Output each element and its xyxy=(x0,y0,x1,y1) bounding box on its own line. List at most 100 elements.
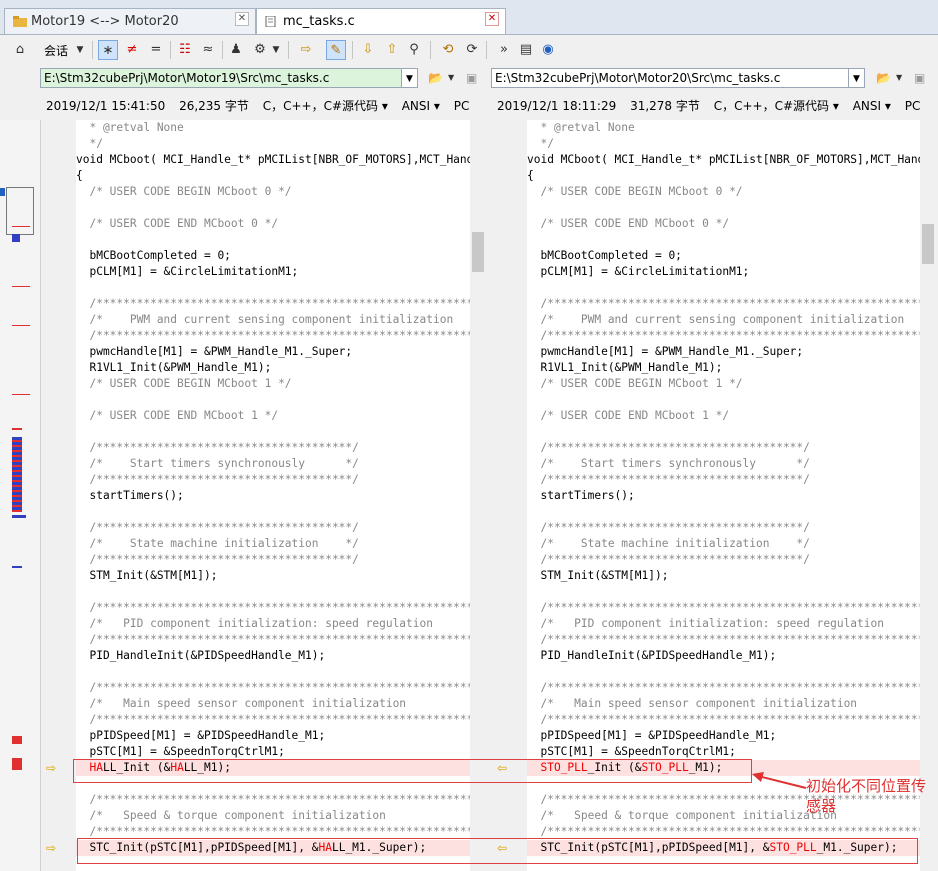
find-icon[interactable]: ⚲ xyxy=(404,40,424,60)
code-line: pwmcHandle[M1] = &PWM_Handle_M1._Super; xyxy=(76,345,353,358)
edit-icon[interactable]: ✎ xyxy=(326,40,346,60)
code-line: /**************************************/ xyxy=(76,441,359,454)
overview-mark xyxy=(12,758,22,770)
right-scrollbar[interactable] xyxy=(920,120,938,871)
reload-icon[interactable]: ⟳ xyxy=(462,40,482,60)
diff-arrow-icon[interactable]: ⇨ xyxy=(46,842,60,854)
right-code: * @retval None */ void MCboot( MCI_Handle… xyxy=(527,120,920,856)
code-line: /* Speed & torque component initializati… xyxy=(76,809,470,822)
scroll-thumb[interactable] xyxy=(922,224,934,264)
swap-icon[interactable]: ⟲ xyxy=(438,40,458,60)
chevron-down-icon[interactable]: ▼ xyxy=(849,68,865,88)
code-line: /***************************************… xyxy=(527,713,920,726)
code-line: PID_HandleInit(&PIDSpeedHandle_M1); xyxy=(527,649,777,662)
overview-mark xyxy=(12,394,30,395)
code-line: /* USER CODE BEGIN MCboot 0 */ xyxy=(76,185,292,198)
code-line: /***************************************… xyxy=(76,601,470,614)
annotation-text: 初始化不同位置传感器 xyxy=(806,777,927,815)
file-encoding[interactable]: ANSI ▾ xyxy=(402,99,440,113)
annotation-box xyxy=(73,759,752,783)
overview-mark xyxy=(12,325,30,326)
copy-right-icon[interactable]: ⇨ xyxy=(296,40,316,60)
file-eol[interactable]: PC xyxy=(905,99,921,113)
home-icon[interactable]: ⌂ xyxy=(10,40,30,60)
code-line: /***************************************… xyxy=(527,297,920,310)
code-line: pSTC[M1] = &SpeednTorqCtrlM1; xyxy=(527,745,736,758)
code-line: pPIDSpeed[M1] = &PIDSpeedHandle_M1; xyxy=(527,729,777,742)
code-line: PID_HandleInit(&PIDSpeedHandle_M1); xyxy=(76,649,326,662)
right-path-input[interactable]: E:\Stm32cubePrj\Motor\Motor20\Src\mc_tas… xyxy=(491,68,849,88)
code-line: /***************************************… xyxy=(527,633,920,646)
chevron-down-icon[interactable]: ▼ xyxy=(896,69,902,87)
approx-icon[interactable]: ≈ xyxy=(198,40,218,60)
code-line: /* PID component initialization: speed r… xyxy=(76,617,470,630)
code-line: pPIDSpeed[M1] = &PIDSpeedHandle_M1; xyxy=(76,729,326,742)
rules-icon[interactable]: ♟ xyxy=(226,40,246,60)
tab-file[interactable]: mc_tasks.c ✕ xyxy=(256,8,506,34)
code-line: /* State machine initialization */ xyxy=(527,537,810,550)
code-line: void MCboot( MCI_Handle_t* pMCIList[NBR_… xyxy=(527,153,920,166)
toolbar: ⌂ 会话 ▼ ∗ ≠ = ☷ ≈ ♟ ⚙ ▼ ⇨ ✎ ⇩ ⇧ ⚲ ⟲ ⟳ » ▤… xyxy=(0,38,938,64)
file-encoding[interactable]: ANSI ▾ xyxy=(853,99,891,113)
file-format[interactable]: C，C++，C#源代码 ▾ xyxy=(714,99,839,113)
tab-session[interactable]: Motor19 <--> Motor20 ✕ xyxy=(4,8,256,34)
view-icon[interactable]: ▤ xyxy=(516,40,536,60)
code-line: /**************************************/ xyxy=(76,553,359,566)
scroll-thumb[interactable] xyxy=(472,232,484,272)
file-date: 2019/12/1 15:41:50 xyxy=(46,99,166,113)
code-line: /* USER CODE BEGIN MCboot 1 */ xyxy=(76,377,292,390)
code-line: * @retval None xyxy=(527,121,635,134)
overview-mark xyxy=(12,437,22,512)
show-context-icon[interactable]: ☷ xyxy=(175,40,195,60)
save-icon[interactable]: ▣ xyxy=(914,69,925,87)
overview-mark xyxy=(12,515,26,518)
code-line: STM_Init(&STM[M1]); xyxy=(76,569,218,582)
overview-mark xyxy=(12,566,22,568)
code-line: void MCboot( MCI_Handle_t* pMCIList[NBR_… xyxy=(76,153,470,166)
close-icon[interactable]: ✕ xyxy=(485,12,499,26)
close-icon[interactable]: ✕ xyxy=(235,12,249,26)
left-path-input[interactable]: E:\Stm32cubePrj\Motor\Motor19\Src\mc_tas… xyxy=(40,68,402,88)
prev-diff-icon[interactable]: ⇧ xyxy=(382,40,402,60)
code-line: /***************************************… xyxy=(76,329,470,342)
code-line: /* PID component initialization: speed r… xyxy=(527,617,920,630)
code-line: bMCBootCompleted = 0; xyxy=(527,249,682,262)
code-line: /***************************************… xyxy=(527,329,920,342)
overview-mark xyxy=(12,226,30,227)
expand-icon[interactable]: » xyxy=(494,40,514,60)
save-icon[interactable]: ▣ xyxy=(466,69,477,87)
code-line: /* USER CODE END MCboot 0 */ xyxy=(527,217,730,230)
code-line: pwmcHandle[M1] = &PWM_Handle_M1._Super; xyxy=(527,345,804,358)
folder-open-icon[interactable]: 📂 xyxy=(876,69,891,87)
show-diff-icon[interactable]: ≠ xyxy=(122,40,142,60)
chevron-down-icon[interactable]: ▼ xyxy=(402,68,418,88)
chevron-down-icon[interactable]: ▼ xyxy=(74,40,86,60)
file-eol[interactable]: PC xyxy=(454,99,470,113)
show-all-icon[interactable]: ∗ xyxy=(98,40,118,60)
code-line: STM_Init(&STM[M1]); xyxy=(527,569,669,582)
overview-viewport[interactable] xyxy=(6,187,34,235)
format-icon[interactable]: ⚙ xyxy=(250,40,270,60)
code-line: pSTC[M1] = &SpeednTorqCtrlM1; xyxy=(76,745,285,758)
code-line: /***************************************… xyxy=(527,681,920,694)
next-diff-icon[interactable]: ⇩ xyxy=(358,40,378,60)
file-format[interactable]: C，C++，C#源代码 ▾ xyxy=(263,99,388,113)
chevron-down-icon[interactable]: ▼ xyxy=(448,69,454,87)
folder-open-icon[interactable]: 📂 xyxy=(428,69,443,87)
diff-arrow-icon[interactable]: ⇨ xyxy=(46,762,60,774)
chevron-down-icon[interactable]: ▼ xyxy=(270,40,282,60)
code-line: /**************************************/ xyxy=(527,521,810,534)
show-same-icon[interactable]: = xyxy=(146,40,166,60)
session-menu[interactable]: 会话 xyxy=(44,42,68,59)
code-line: */ xyxy=(527,137,554,150)
overview-caret xyxy=(0,188,5,196)
code-line: /**************************************/ xyxy=(527,441,810,454)
web-icon[interactable]: ◉ xyxy=(538,40,558,60)
